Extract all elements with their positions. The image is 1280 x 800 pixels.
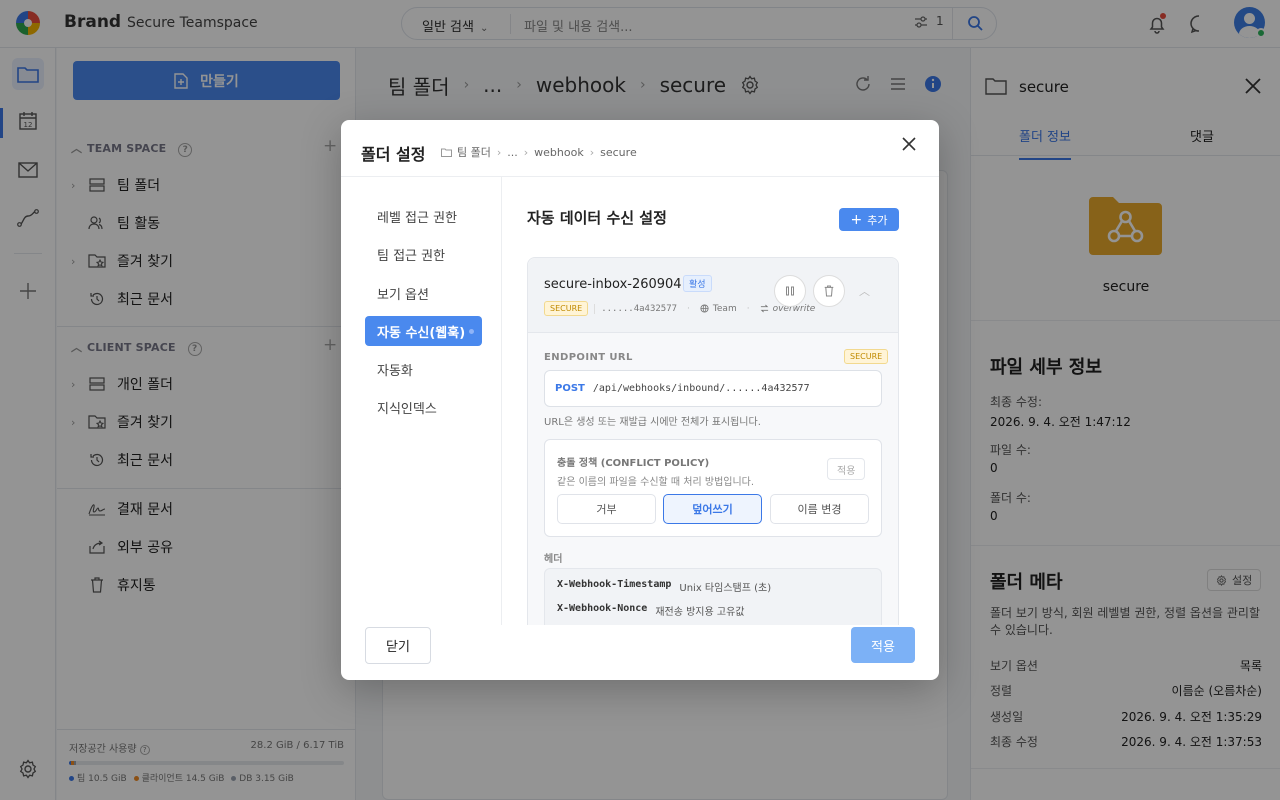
settings-nav: 레벨 접근 권한 팀 접근 권한 보기 옵션 자동 수신(웹훅) 자동화 지식인… xyxy=(341,177,502,625)
webhook-name: secure-inbox-260904 xyxy=(544,277,682,292)
section-title: 자동 데이터 수신 설정 xyxy=(527,209,667,227)
breadcrumb-item: 팀 폴더 xyxy=(457,146,491,159)
option-rename[interactable]: 이름 변경 xyxy=(770,494,869,524)
breadcrumb-item: ... xyxy=(507,145,518,159)
endpoint-path: /api/webhooks/inbound/......4a432577 xyxy=(592,383,810,394)
folder-icon xyxy=(441,148,452,157)
dialog-footer: 닫기 적용 xyxy=(341,625,939,680)
trash-icon xyxy=(824,285,834,297)
conflict-policy-box: 충돌 정책 (CONFLICT POLICY) 같은 이름의 파일을 수신할 때… xyxy=(544,439,882,537)
endpoint-url-field[interactable]: POST/api/webhooks/inbound/......4a432577 xyxy=(544,370,882,407)
conflict-policy-title: 충돌 정책 (CONFLICT POLICY) xyxy=(557,458,710,469)
header-key: X-Webhook-Nonce xyxy=(557,603,648,614)
add-label: 추가 xyxy=(867,213,888,227)
endpoint-label: ENDPOINT URL xyxy=(544,352,633,363)
apply-button[interactable]: 적용 xyxy=(851,627,915,663)
pause-icon xyxy=(786,286,794,296)
nav-label: 레벨 접근 권한 xyxy=(377,210,458,226)
settings-content: 자동 데이터 수신 설정 + 추가 secure-inbox-260904 활성 … xyxy=(503,177,939,625)
http-method: POST xyxy=(555,383,585,394)
dialog-header: 폴더 설정 팀 폴더 › ... › webhook › secure xyxy=(341,120,939,177)
globe-icon xyxy=(700,304,709,313)
nav-label: 팀 접근 권한 xyxy=(377,248,446,264)
nav-team-access[interactable]: 팀 접근 권한 xyxy=(365,239,482,269)
webhook-token: ......4a432577 xyxy=(594,303,677,314)
chevron-up-icon[interactable]: ︿ xyxy=(859,283,870,299)
secure-badge: SECURE xyxy=(544,301,589,316)
nav-label: 자동화 xyxy=(377,363,413,379)
swap-icon xyxy=(760,304,768,313)
option-overwrite[interactable]: 덮어쓰기 xyxy=(663,494,762,524)
webhook-card-header[interactable]: secure-inbox-260904 활성 SECURE ......4a43… xyxy=(528,258,898,333)
endpoint-hint: URL은 생성 또는 재발급 시에만 전체가 표시됩니다. xyxy=(544,417,761,428)
folder-settings-dialog: 폴더 설정 팀 폴더 › ... › webhook › secure 레벨 접근 권… xyxy=(341,120,939,680)
active-dot xyxy=(469,329,474,334)
nav-webhook[interactable]: 자동 수신(웹훅) xyxy=(365,316,482,346)
nav-label: 보기 옵션 xyxy=(377,287,429,303)
breadcrumb-item: secure xyxy=(600,145,637,159)
nav-level-access[interactable]: 레벨 접근 권한 xyxy=(365,201,482,231)
nav-label: 지식인덱스 xyxy=(377,401,437,417)
webhook-card: secure-inbox-260904 활성 SECURE ......4a43… xyxy=(527,257,899,625)
separator-dot: · xyxy=(746,303,750,314)
option-reject[interactable]: 거부 xyxy=(557,494,656,524)
chevron-right-icon: › xyxy=(589,145,595,159)
add-webhook-button[interactable]: + 추가 xyxy=(839,208,899,231)
secure-badge: SECURE xyxy=(844,349,889,364)
status-badge: 활성 xyxy=(683,275,712,292)
dialog-title: 폴더 설정 xyxy=(361,145,426,164)
conflict-policy-description: 같은 이름의 파일을 수신할 때 처리 방법입니다. xyxy=(557,477,755,488)
nav-automation[interactable]: 자동화 xyxy=(365,354,482,384)
pause-button[interactable] xyxy=(774,275,806,307)
webhook-meta: SECURE ......4a432577 · Team · overwrite xyxy=(544,301,815,316)
chevron-right-icon: › xyxy=(496,145,502,159)
close-button[interactable]: 닫기 xyxy=(365,627,431,664)
conflict-apply-button[interactable]: 적용 xyxy=(827,458,866,480)
headers-label: 헤더 xyxy=(544,554,563,565)
chevron-right-icon: › xyxy=(523,145,529,159)
header-row: X-Webhook-Nonce 재전송 방지용 고유값 xyxy=(557,603,744,618)
separator-dot: · xyxy=(687,303,690,314)
header-desc: Unix 타임스탬프 (초) xyxy=(679,583,772,594)
nav-knowledge-index[interactable]: 지식인덱스 xyxy=(365,392,482,422)
header-desc: 재전송 방지용 고유값 xyxy=(655,607,745,618)
nav-view-options[interactable]: 보기 옵션 xyxy=(365,278,482,308)
header-key: X-Webhook-Timestamp xyxy=(557,579,672,590)
nav-label: 자동 수신(웹훅) xyxy=(377,325,466,341)
dialog-breadcrumb: 팀 폴더 › ... › webhook › secure xyxy=(441,144,637,160)
close-icon[interactable] xyxy=(901,136,917,152)
header-row: X-Webhook-Timestamp Unix 타임스탬프 (초) xyxy=(557,579,771,594)
headers-list: X-Webhook-Timestamp Unix 타임스탬프 (초) X-Webh… xyxy=(544,568,882,625)
plus-icon: + xyxy=(850,211,863,228)
breadcrumb-item: webhook xyxy=(534,145,584,159)
delete-webhook-button[interactable] xyxy=(813,275,845,307)
webhook-scope: Team xyxy=(712,303,737,314)
